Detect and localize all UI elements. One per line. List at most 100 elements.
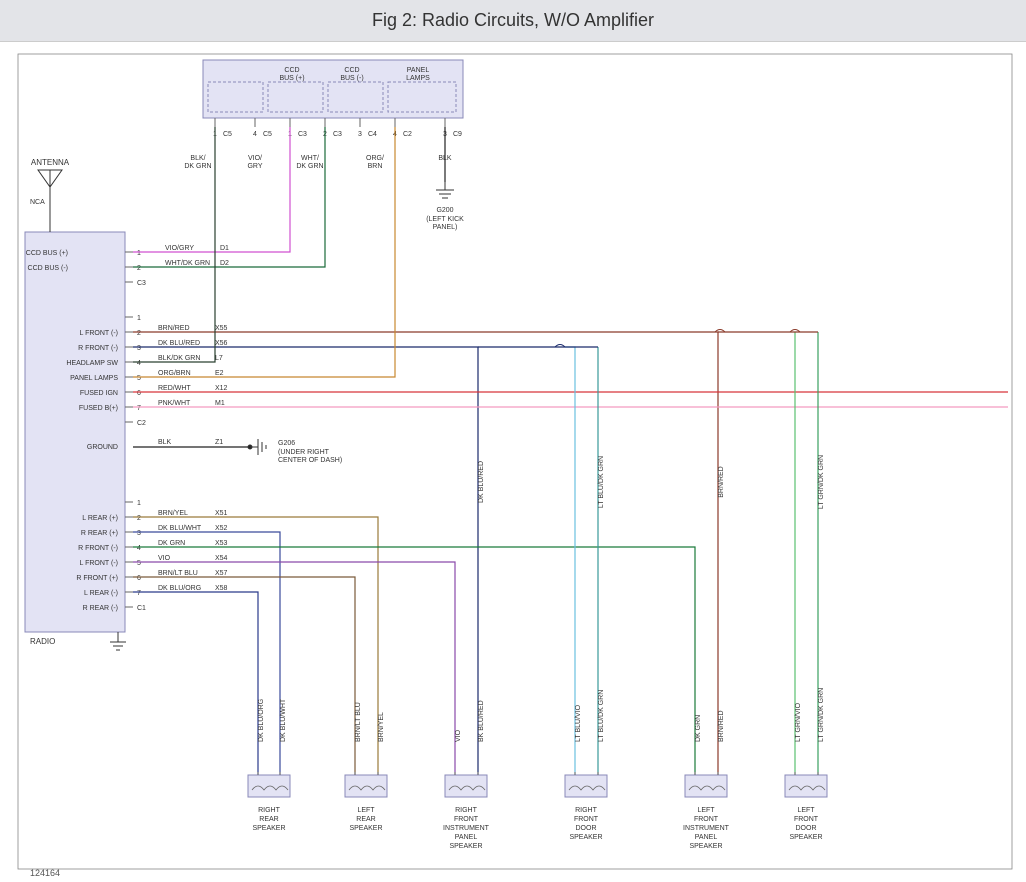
svg-text:BUS (+): BUS (+) xyxy=(279,75,304,82)
svg-text:LT GRN/DK GRN: LT GRN/DK GRN xyxy=(818,688,825,742)
svg-text:L7: L7 xyxy=(215,355,223,362)
svg-text:1: 1 xyxy=(137,315,141,322)
svg-text:LT BLU/VIO: LT BLU/VIO xyxy=(575,704,582,742)
footer-id: 124164 xyxy=(30,868,60,878)
svg-text:VIO: VIO xyxy=(158,555,171,562)
svg-text:R FRONT (+): R FRONT (+) xyxy=(76,575,118,582)
svg-text:3: 3 xyxy=(358,131,362,138)
svg-text:X12: X12 xyxy=(215,385,228,392)
svg-text:BLK: BLK xyxy=(158,439,172,446)
svg-text:RIGHT: RIGHT xyxy=(575,807,598,814)
svg-text:DOOR: DOOR xyxy=(796,825,817,832)
svg-text:BLK/: BLK/ xyxy=(190,155,205,162)
svg-text:DK BLU/WHT: DK BLU/WHT xyxy=(158,525,202,532)
svg-text:C4: C4 xyxy=(368,131,377,138)
svg-text:BRN/RED: BRN/RED xyxy=(158,325,190,332)
svg-text:FRONT: FRONT xyxy=(794,816,819,823)
svg-text:2: 2 xyxy=(137,330,141,337)
svg-text:1: 1 xyxy=(137,500,141,507)
svg-text:R REAR (+): R REAR (+) xyxy=(81,530,118,537)
svg-text:C5: C5 xyxy=(223,131,232,138)
svg-text:DK BLU/ORG: DK BLU/ORG xyxy=(158,585,201,592)
svg-text:INSTRUMENT: INSTRUMENT xyxy=(683,825,730,832)
svg-text:BRN/YEL: BRN/YEL xyxy=(158,510,188,517)
svg-text:D2: D2 xyxy=(220,260,229,267)
svg-text:SPEAKER: SPEAKER xyxy=(449,843,482,850)
svg-text:E2: E2 xyxy=(215,370,224,377)
svg-text:X54: X54 xyxy=(215,555,228,562)
svg-text:BRN/RED: BRN/RED xyxy=(718,466,725,498)
svg-text:FUSED IGN: FUSED IGN xyxy=(80,390,118,397)
svg-text:C9: C9 xyxy=(453,131,462,138)
speakers-row: DK BLU/ORG DK BLU/WHT RIGHT REAR SPEAKER… xyxy=(248,688,827,850)
svg-text:HEADLAMP SW: HEADLAMP SW xyxy=(66,360,118,367)
svg-text:VIO/GRY: VIO/GRY xyxy=(165,245,194,252)
svg-text:ORG/BRN: ORG/BRN xyxy=(158,370,191,377)
svg-text:DK BLU/WHT: DK BLU/WHT xyxy=(280,698,287,742)
svg-text:RIGHT: RIGHT xyxy=(455,807,478,814)
svg-text:2: 2 xyxy=(137,265,141,272)
top-connector-block: CCD BUS (+) CCD BUS (-) PANEL LAMPS 1C5 … xyxy=(203,60,463,138)
svg-text:C5: C5 xyxy=(263,131,272,138)
svg-text:R FRONT (-): R FRONT (-) xyxy=(78,345,118,352)
svg-text:Z1: Z1 xyxy=(215,439,223,446)
svg-text:RADIO: RADIO xyxy=(30,637,55,646)
svg-text:LAMPS: LAMPS xyxy=(406,75,430,82)
svg-text:LT BLU/DK GRN: LT BLU/DK GRN xyxy=(598,690,605,742)
svg-text:L FRONT (-): L FRONT (-) xyxy=(80,330,119,337)
svg-text:BRN: BRN xyxy=(368,163,383,170)
svg-text:WHT/: WHT/ xyxy=(301,155,319,162)
svg-text:5: 5 xyxy=(137,560,141,567)
svg-text:5: 5 xyxy=(137,375,141,382)
svg-text:7: 7 xyxy=(137,590,141,597)
svg-text:L REAR (+): L REAR (+) xyxy=(82,515,118,522)
svg-text:BRN/LT BLU: BRN/LT BLU xyxy=(355,702,362,742)
wiring-diagram: CCD BUS (+) CCD BUS (-) PANEL LAMPS 1C5 … xyxy=(0,42,1026,882)
svg-text:ORG/: ORG/ xyxy=(366,155,384,162)
svg-text:6: 6 xyxy=(137,575,141,582)
svg-text:X52: X52 xyxy=(215,525,228,532)
svg-text:DK GRN: DK GRN xyxy=(296,163,323,170)
svg-text:G206: G206 xyxy=(278,440,295,447)
svg-text:VIO/: VIO/ xyxy=(248,155,262,162)
svg-text:(LEFT KICK: (LEFT KICK xyxy=(426,216,464,223)
svg-text:PANEL: PANEL xyxy=(695,834,718,841)
svg-text:SPEAKER: SPEAKER xyxy=(569,834,602,841)
svg-text:DK GRN: DK GRN xyxy=(184,163,211,170)
svg-text:4: 4 xyxy=(253,131,257,138)
svg-text:CCD BUS (-): CCD BUS (-) xyxy=(28,265,68,272)
svg-text:WHT/DK GRN: WHT/DK GRN xyxy=(165,260,210,267)
svg-text:C3: C3 xyxy=(137,280,146,287)
svg-text:R FRONT (-): R FRONT (-) xyxy=(78,545,118,552)
svg-text:SPEAKER: SPEAKER xyxy=(252,825,285,832)
svg-text:BRN/LT BLU: BRN/LT BLU xyxy=(158,570,198,577)
svg-text:X56: X56 xyxy=(215,340,228,347)
svg-text:4: 4 xyxy=(137,360,141,367)
svg-text:FRONT: FRONT xyxy=(454,816,479,823)
svg-text:PANEL): PANEL) xyxy=(433,224,458,231)
top-connector-label-ccd-plus: CCD xyxy=(284,67,299,74)
svg-text:FRONT: FRONT xyxy=(574,816,599,823)
svg-text:3: 3 xyxy=(137,530,141,537)
svg-text:VIO: VIO xyxy=(455,729,462,742)
svg-text:SPEAKER: SPEAKER xyxy=(789,834,822,841)
svg-text:DK GRN: DK GRN xyxy=(158,540,185,547)
svg-text:BUS (-): BUS (-) xyxy=(340,75,363,82)
svg-text:RIGHT: RIGHT xyxy=(258,807,281,814)
svg-text:C2: C2 xyxy=(137,420,146,427)
svg-text:LEFT: LEFT xyxy=(357,807,375,814)
svg-text:6: 6 xyxy=(137,390,141,397)
svg-text:(UNDER RIGHT: (UNDER RIGHT xyxy=(278,449,330,456)
svg-text:ANTENNA: ANTENNA xyxy=(31,158,70,167)
svg-text:C3: C3 xyxy=(298,131,307,138)
svg-text:X53: X53 xyxy=(215,540,228,547)
svg-text:X58: X58 xyxy=(215,585,228,592)
svg-text:CCD BUS (+): CCD BUS (+) xyxy=(26,250,68,257)
svg-text:BRN/YEL: BRN/YEL xyxy=(378,712,385,742)
svg-text:RED/WHT: RED/WHT xyxy=(158,385,191,392)
svg-text:LT BLU/DK GRN: LT BLU/DK GRN xyxy=(598,456,605,508)
svg-text:PANEL LAMPS: PANEL LAMPS xyxy=(70,375,118,382)
svg-text:1: 1 xyxy=(137,250,141,257)
svg-text:FUSED B(+): FUSED B(+) xyxy=(79,405,118,412)
page-title: Fig 2: Radio Circuits, W/O Amplifier xyxy=(0,0,1026,42)
